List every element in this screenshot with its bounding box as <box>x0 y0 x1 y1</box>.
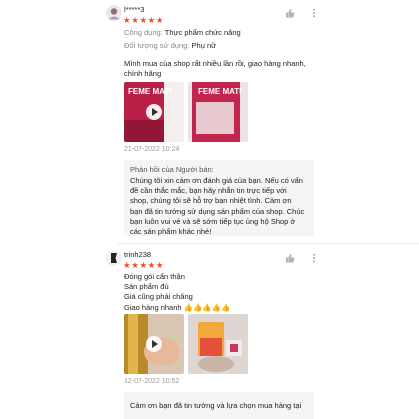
review-video-thumbnail[interactable] <box>124 314 184 374</box>
seller-reply: Cảm ơn bạn đã tin tưởng và lựa chọn mua … <box>124 392 314 419</box>
svg-text:FEME MATI: FEME MATI <box>198 87 241 96</box>
review-date: 21-07-2022 10:24 <box>124 146 180 153</box>
star-rating: ★★★★★ <box>123 260 165 270</box>
thumbs-up-icon[interactable] <box>285 5 295 18</box>
review-video-thumbnail[interactable]: FEME MATI <box>124 82 184 142</box>
review-photo[interactable]: FEME MATI <box>188 82 248 142</box>
avatar[interactable] <box>106 5 122 21</box>
review-divider <box>118 243 419 244</box>
seller-reply-title: Phản hồi của Người bán: <box>130 165 214 174</box>
username[interactable]: trinh238 <box>124 250 151 259</box>
review-comment: Đóng gói cẩn thận Sản phẩm đủ Giá cũng p… <box>124 272 231 312</box>
seller-reply: Phản hồi của Người bán: Chúng tôi xin cả… <box>124 160 314 236</box>
seller-reply-text: Chúng tôi xin cảm ơn đánh giá của bạn. N… <box>130 176 305 237</box>
attribute-target-user: Đối tượng sử dụng: Phụ nữ <box>124 41 217 50</box>
seller-reply-text: Cảm ơn bạn đã tin tưởng và lựa chọn mua … <box>130 401 302 410</box>
play-icon[interactable] <box>146 104 162 120</box>
thumbs-up-icon[interactable] <box>285 250 295 263</box>
avatar[interactable] <box>106 250 122 266</box>
more-dots-icon[interactable] <box>309 250 319 263</box>
review-photo[interactable] <box>188 314 248 374</box>
review-date: 12-07-2022 10:52 <box>124 378 180 385</box>
attribute-usage: Công dụng: Thực phẩm chức năng <box>124 28 241 37</box>
username[interactable]: l*****3 <box>124 5 144 14</box>
play-icon[interactable] <box>146 336 162 352</box>
star-rating: ★★★★★ <box>123 15 165 25</box>
svg-text:FEME MATI: FEME MATI <box>128 87 171 96</box>
more-dots-icon[interactable] <box>309 5 319 18</box>
review-comment: Mình mua của shop rất nhiều lần rồi, gia… <box>124 59 306 79</box>
